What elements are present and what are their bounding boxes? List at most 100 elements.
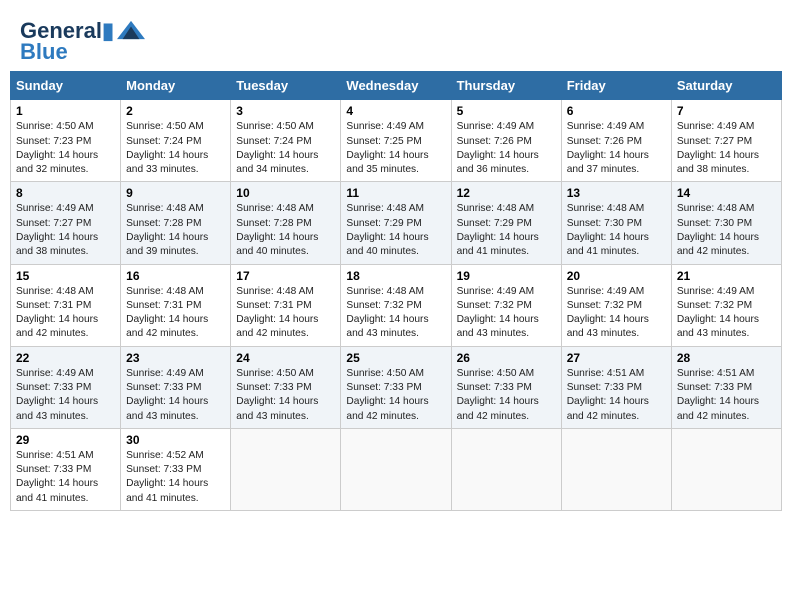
day-info: Sunrise: 4:49 AMSunset: 7:26 PMDaylight:… [567,120,666,177]
day-cell-15: 15Sunrise: 4:48 AMSunset: 7:31 PMDayligh… [11,264,121,346]
day-number: 30 [126,433,225,447]
day-number: 13 [567,186,666,200]
day-number: 3 [236,104,335,118]
day-number: 24 [236,351,335,365]
day-info: Sunrise: 4:49 AMSunset: 7:32 PMDaylight:… [457,285,556,342]
day-info: Sunrise: 4:49 AMSunset: 7:32 PMDaylight:… [567,285,666,342]
day-info: Sunrise: 4:49 AMSunset: 7:33 PMDaylight:… [16,367,115,424]
page-header: General▮ Blue [10,10,782,71]
calendar-week-1: 1 Sunrise: 4:50 AMSunset: 7:23 PMDaylight… [11,100,782,182]
day-info: Sunrise: 4:48 AMSunset: 7:30 PMDaylight:… [567,202,666,259]
day-info: Sunrise: 4:48 AMSunset: 7:28 PMDaylight:… [236,202,335,259]
day-number: 17 [236,269,335,283]
day-number: 29 [16,433,115,447]
day-cell-12: 12 Sunrise: 4:48 AMSunset: 7:29 PMDayligh… [451,182,561,264]
day-cell-7: 7 Sunrise: 4:49 AMSunset: 7:27 PMDaylight… [671,100,781,182]
column-header-thursday: Thursday [451,72,561,100]
day-cell-11: 11 Sunrise: 4:48 AMSunset: 7:29 PMDayligh… [341,182,451,264]
day-number: 7 [677,104,776,118]
day-cell-30: 30 Sunrise: 4:52 AMSunset: 7:33 PMDayligh… [121,428,231,510]
day-number: 6 [567,104,666,118]
day-number: 27 [567,351,666,365]
day-info: Sunrise: 4:48 AMSunset: 7:29 PMDaylight:… [457,202,556,259]
empty-cell [561,428,671,510]
day-cell-27: 27Sunrise: 4:51 AMSunset: 7:33 PMDayligh… [561,346,671,428]
day-number: 4 [346,104,445,118]
day-cell-22: 22 Sunrise: 4:49 AMSunset: 7:33 PMDayligh… [11,346,121,428]
day-number: 5 [457,104,556,118]
day-cell-21: 21Sunrise: 4:49 AMSunset: 7:32 PMDayligh… [671,264,781,346]
day-info: Sunrise: 4:50 AMSunset: 7:33 PMDaylight:… [346,367,445,424]
day-info: Sunrise: 4:48 AMSunset: 7:31 PMDaylight:… [126,285,225,342]
day-info: Sunrise: 4:49 AMSunset: 7:27 PMDaylight:… [677,120,776,177]
day-info: Sunrise: 4:50 AMSunset: 7:24 PMDaylight:… [126,120,225,177]
day-cell-13: 13 Sunrise: 4:48 AMSunset: 7:30 PMDayligh… [561,182,671,264]
day-cell-19: 19Sunrise: 4:49 AMSunset: 7:32 PMDayligh… [451,264,561,346]
day-number: 8 [16,186,115,200]
calendar-week-4: 22 Sunrise: 4:49 AMSunset: 7:33 PMDayligh… [11,346,782,428]
day-number: 20 [567,269,666,283]
calendar-header-row: SundayMondayTuesdayWednesdayThursdayFrid… [11,72,782,100]
day-number: 11 [346,186,445,200]
day-cell-23: 23Sunrise: 4:49 AMSunset: 7:33 PMDayligh… [121,346,231,428]
column-header-wednesday: Wednesday [341,72,451,100]
day-info: Sunrise: 4:52 AMSunset: 7:33 PMDaylight:… [126,449,225,506]
day-info: Sunrise: 4:50 AMSunset: 7:23 PMDaylight:… [16,120,115,177]
day-cell-24: 24 Sunrise: 4:50 AMSunset: 7:33 PMDayligh… [231,346,341,428]
day-number: 9 [126,186,225,200]
column-header-sunday: Sunday [11,72,121,100]
day-info: Sunrise: 4:48 AMSunset: 7:28 PMDaylight:… [126,202,225,259]
day-cell-17: 17 Sunrise: 4:48 AMSunset: 7:31 PMDayligh… [231,264,341,346]
day-cell-1: 1 Sunrise: 4:50 AMSunset: 7:23 PMDaylight… [11,100,121,182]
day-cell-4: 4 Sunrise: 4:49 AMSunset: 7:25 PMDaylight… [341,100,451,182]
day-number: 28 [677,351,776,365]
empty-cell [341,428,451,510]
day-info: Sunrise: 4:51 AMSunset: 7:33 PMDaylight:… [677,367,776,424]
column-header-monday: Monday [121,72,231,100]
column-header-saturday: Saturday [671,72,781,100]
empty-cell [451,428,561,510]
calendar-week-5: 29 Sunrise: 4:51 AMSunset: 7:33 PMDayligh… [11,428,782,510]
day-cell-29: 29 Sunrise: 4:51 AMSunset: 7:33 PMDayligh… [11,428,121,510]
calendar-week-2: 8 Sunrise: 4:49 AMSunset: 7:27 PMDaylight… [11,182,782,264]
logo: General▮ Blue [20,18,145,65]
day-number: 2 [126,104,225,118]
day-number: 25 [346,351,445,365]
column-header-friday: Friday [561,72,671,100]
day-cell-8: 8 Sunrise: 4:49 AMSunset: 7:27 PMDaylight… [11,182,121,264]
day-info: Sunrise: 4:48 AMSunset: 7:31 PMDaylight:… [16,285,115,342]
day-info: Sunrise: 4:50 AMSunset: 7:33 PMDaylight:… [236,367,335,424]
day-number: 22 [16,351,115,365]
day-number: 1 [16,104,115,118]
day-info: Sunrise: 4:48 AMSunset: 7:32 PMDaylight:… [346,285,445,342]
calendar-week-3: 15Sunrise: 4:48 AMSunset: 7:31 PMDayligh… [11,264,782,346]
day-info: Sunrise: 4:51 AMSunset: 7:33 PMDaylight:… [16,449,115,506]
logo-icon [117,18,145,42]
day-info: Sunrise: 4:50 AMSunset: 7:24 PMDaylight:… [236,120,335,177]
day-cell-26: 26 Sunrise: 4:50 AMSunset: 7:33 PMDayligh… [451,346,561,428]
day-info: Sunrise: 4:49 AMSunset: 7:27 PMDaylight:… [16,202,115,259]
day-info: Sunrise: 4:49 AMSunset: 7:25 PMDaylight:… [346,120,445,177]
day-info: Sunrise: 4:48 AMSunset: 7:31 PMDaylight:… [236,285,335,342]
day-number: 16 [126,269,225,283]
day-cell-18: 18Sunrise: 4:48 AMSunset: 7:32 PMDayligh… [341,264,451,346]
empty-cell [231,428,341,510]
day-info: Sunrise: 4:50 AMSunset: 7:33 PMDaylight:… [457,367,556,424]
column-header-tuesday: Tuesday [231,72,341,100]
day-cell-5: 5 Sunrise: 4:49 AMSunset: 7:26 PMDaylight… [451,100,561,182]
day-info: Sunrise: 4:49 AMSunset: 7:26 PMDaylight:… [457,120,556,177]
day-cell-6: 6 Sunrise: 4:49 AMSunset: 7:26 PMDaylight… [561,100,671,182]
day-cell-9: 9 Sunrise: 4:48 AMSunset: 7:28 PMDaylight… [121,182,231,264]
empty-cell [671,428,781,510]
day-info: Sunrise: 4:49 AMSunset: 7:33 PMDaylight:… [126,367,225,424]
day-number: 26 [457,351,556,365]
day-cell-14: 14Sunrise: 4:48 AMSunset: 7:30 PMDayligh… [671,182,781,264]
day-number: 12 [457,186,556,200]
day-cell-10: 10 Sunrise: 4:48 AMSunset: 7:28 PMDayligh… [231,182,341,264]
calendar-table: SundayMondayTuesdayWednesdayThursdayFrid… [10,71,782,511]
day-cell-25: 25 Sunrise: 4:50 AMSunset: 7:33 PMDayligh… [341,346,451,428]
day-number: 10 [236,186,335,200]
day-info: Sunrise: 4:48 AMSunset: 7:29 PMDaylight:… [346,202,445,259]
day-info: Sunrise: 4:49 AMSunset: 7:32 PMDaylight:… [677,285,776,342]
day-cell-20: 20 Sunrise: 4:49 AMSunset: 7:32 PMDayligh… [561,264,671,346]
